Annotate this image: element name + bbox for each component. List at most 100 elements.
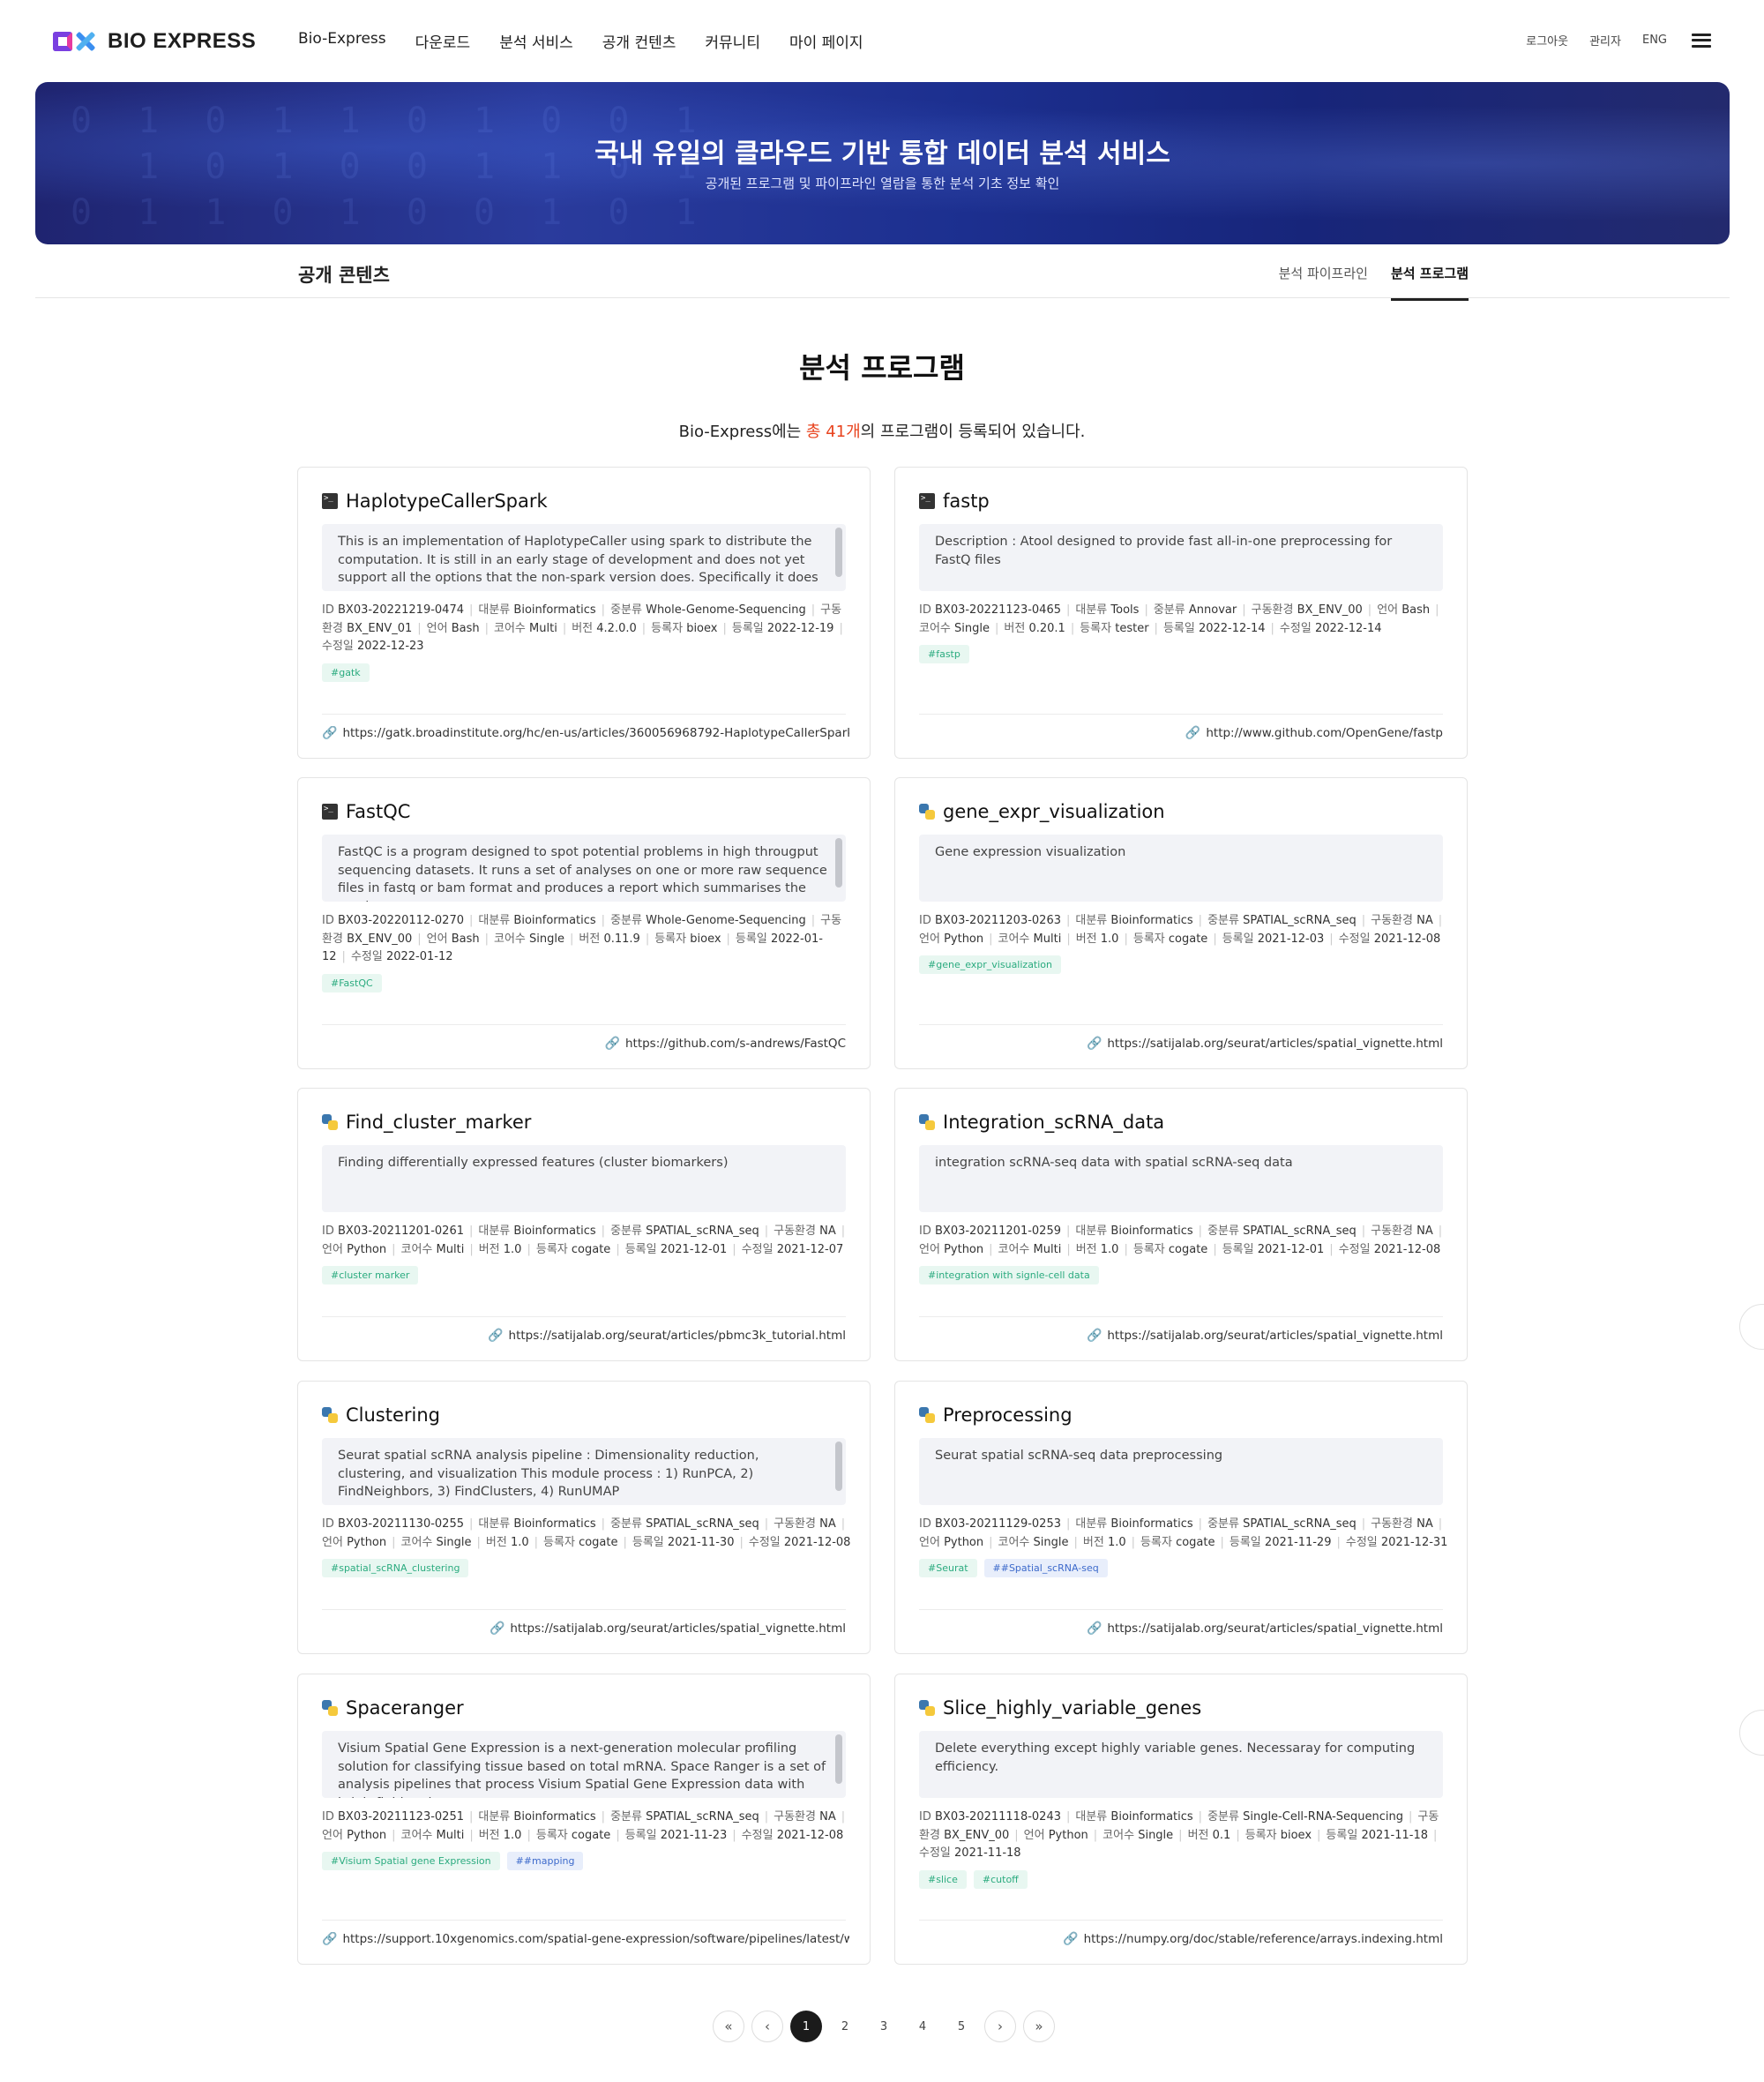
page-number[interactable]: 4	[907, 2011, 938, 2042]
meta-label: 중분류	[610, 603, 642, 617]
meta-label: 대분류	[478, 914, 511, 927]
tag[interactable]: #Visium Spatial gene Expression	[322, 1852, 500, 1870]
reference-link[interactable]: 🔗 https://satijalab.org/seurat/articles/s…	[1087, 1621, 1443, 1636]
admin-link[interactable]: 관리자	[1589, 32, 1621, 49]
page-number-current[interactable]: 1	[790, 2011, 822, 2042]
reference-link[interactable]: 🔗 https://satijalab.org/seurat/articles/s…	[1087, 1329, 1443, 1343]
page-number[interactable]: 5	[946, 2011, 977, 2042]
meta-major: Bioinformatics	[513, 1517, 596, 1531]
tag[interactable]: #FastQC	[322, 973, 382, 992]
terminal-icon	[919, 493, 935, 509]
meta-registrant: cogate	[1168, 932, 1208, 946]
program-title[interactable]: FastQC	[322, 801, 410, 822]
description-scrollbar[interactable]	[835, 528, 842, 577]
meta-env: BX_ENV_00	[1297, 603, 1363, 617]
program-card[interactable]: FastQC FastQC is a program designed to sp…	[297, 777, 871, 1069]
program-title[interactable]: Spaceranger	[322, 1697, 464, 1719]
meta-label: 언어	[919, 932, 940, 946]
reference-link[interactable]: 🔗 http://www.github.com/OpenGene/fastp	[1185, 726, 1443, 740]
meta-label: 언어	[1377, 603, 1399, 617]
program-title[interactable]: Clustering	[322, 1404, 440, 1426]
tag[interactable]: ##mapping	[506, 1852, 584, 1870]
meta-version: 1.0	[510, 1535, 529, 1549]
program-title[interactable]: fastp	[919, 491, 990, 512]
meta-label: 등록일	[735, 932, 767, 946]
python-icon	[322, 1407, 338, 1423]
reference-link[interactable]: 🔗 https://github.com/s-andrews/FastQC	[605, 1037, 846, 1051]
program-card[interactable]: Slice_highly_variable_genes Delete everyt…	[894, 1674, 1468, 1965]
tag[interactable]: ##Spatial_scRNA-seq	[983, 1559, 1108, 1577]
meta-label: 언어	[919, 1242, 940, 1256]
meta-major: Bioinformatics	[1110, 1224, 1193, 1238]
description-scrollbar[interactable]	[835, 1442, 842, 1491]
meta-label: 등록자	[543, 1535, 575, 1549]
meta-cores: Single	[954, 621, 990, 635]
terminal-icon	[322, 804, 338, 820]
tag[interactable]: #cutoff	[973, 1869, 1028, 1889]
description-scrollbar[interactable]	[835, 1734, 842, 1784]
program-title[interactable]: Slice_highly_variable_genes	[919, 1697, 1201, 1719]
program-title[interactable]: gene_expr_visualization	[919, 801, 1165, 822]
meta-version: 0.1	[1212, 1828, 1231, 1842]
reference-link[interactable]: 🔗 https://satijalab.org/seurat/articles/s…	[1087, 1037, 1443, 1051]
page-number[interactable]: 3	[868, 2011, 900, 2042]
floating-button[interactable]	[1739, 1710, 1764, 1756]
tab-analysis-pipeline[interactable]: 분석 파이프라인	[1279, 264, 1368, 301]
nav-item-public-contents[interactable]: 공개 컨텐츠	[602, 30, 676, 52]
reference-link[interactable]: 🔗 https://satijalab.org/seurat/articles/s…	[490, 1621, 846, 1636]
tag[interactable]: #gene_expr_visualization	[919, 955, 1062, 974]
page-number[interactable]: 2	[829, 2011, 861, 2042]
link-icon: 🔗	[1086, 1037, 1102, 1051]
tag[interactable]: #fastp	[919, 645, 969, 663]
prev-page-icon[interactable]: ‹	[751, 2011, 783, 2042]
reference-link[interactable]: 🔗 https://support.10xgenomics.com/spatial…	[322, 1932, 849, 1946]
description-scrollbar[interactable]	[835, 838, 842, 887]
nav-item-analysis-service[interactable]: 분석 서비스	[499, 30, 573, 52]
tag[interactable]: #Seurat	[919, 1559, 977, 1577]
description-text: integration scRNA-seq data with spatial …	[935, 1156, 1293, 1170]
nav-item-my-page[interactable]: 마이 페이지	[789, 30, 863, 52]
program-title[interactable]: Find_cluster_marker	[322, 1112, 531, 1133]
hamburger-menu-icon[interactable]	[1692, 33, 1711, 48]
meta-label: 코어수	[1102, 1828, 1135, 1842]
nav-item-bio-express[interactable]: Bio-Express	[298, 30, 386, 52]
logo[interactable]: BIO EXPRESS	[53, 26, 256, 56]
meta-reg_date: 2021-11-30	[667, 1535, 735, 1549]
program-card[interactable]: gene_expr_visualization Gene expression v…	[894, 777, 1468, 1069]
logout-link[interactable]: 로그아웃	[1526, 32, 1568, 49]
tag[interactable]: #gatk	[322, 663, 370, 682]
program-card[interactable]: fastp Description : Atool designed to pro…	[894, 467, 1468, 759]
meta-registrant: cogate	[571, 1828, 611, 1842]
meta-cores: Single	[436, 1535, 472, 1549]
program-title[interactable]: HaplotypeCallerSpark	[322, 491, 548, 512]
program-card[interactable]: Spaceranger Visium Spatial Gene Expressio…	[297, 1674, 871, 1965]
program-card[interactable]: Integration_scRNA_data integration scRNA-…	[894, 1088, 1468, 1361]
program-title[interactable]: Integration_scRNA_data	[919, 1112, 1164, 1133]
meta-label: 수정일	[919, 1846, 951, 1860]
last-page-icon[interactable]: »	[1023, 2011, 1055, 2042]
program-card[interactable]: Preprocessing Seurat spatial scRNA-seq da…	[894, 1381, 1468, 1654]
language-link[interactable]: ENG	[1642, 34, 1667, 47]
tag[interactable]: #cluster marker	[322, 1266, 419, 1284]
nav-item-download[interactable]: 다운로드	[415, 30, 471, 52]
tag[interactable]: #slice	[919, 1869, 967, 1889]
first-page-icon[interactable]: «	[713, 2011, 744, 2042]
program-card[interactable]: HaplotypeCallerSpark This is an implement…	[297, 467, 871, 759]
next-page-icon[interactable]: ›	[984, 2011, 1016, 2042]
program-card[interactable]: Find_cluster_marker Finding differentiall…	[297, 1088, 871, 1361]
floating-button[interactable]	[1739, 1304, 1764, 1350]
meta-label: 구동환경	[1371, 914, 1413, 927]
meta-lang: Python	[347, 1242, 387, 1256]
reference-link[interactable]: 🔗 https://satijalab.org/seurat/articles/p…	[488, 1329, 846, 1343]
reference-link[interactable]: 🔗 https://gatk.broadinstitute.org/hc/en-u…	[322, 726, 849, 740]
reference-link[interactable]: 🔗 https://numpy.org/doc/stable/reference/…	[1063, 1932, 1443, 1946]
tab-analysis-program[interactable]: 분석 프로그램	[1390, 264, 1469, 301]
program-card[interactable]: Clustering Seurat spatial scRNA analysis …	[297, 1381, 871, 1654]
tag[interactable]: #integration with signle-cell data	[919, 1266, 1099, 1284]
program-title[interactable]: Preprocessing	[919, 1404, 1073, 1426]
meta-label: 코어수	[998, 1242, 1030, 1256]
meta-id: BX03-20221219-0474	[338, 603, 464, 617]
tag[interactable]: #spatial_scRNA_clustering	[322, 1559, 469, 1577]
nav-item-community[interactable]: 커뮤니티	[705, 30, 760, 52]
meta-id: BX03-20211123-0251	[338, 1810, 464, 1824]
